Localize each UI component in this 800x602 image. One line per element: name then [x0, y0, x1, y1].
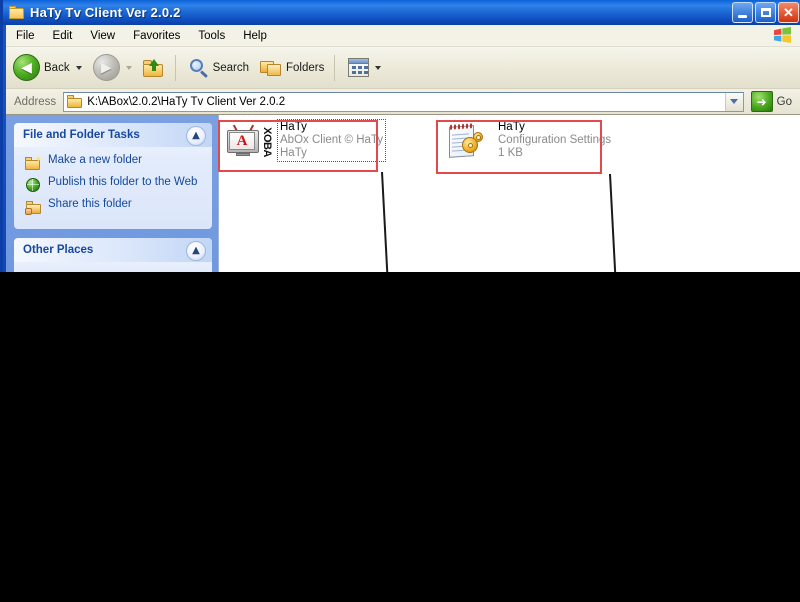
explorer-window: HaTy Tv Client Ver 2.0.2 ✕ File Edit Vie… [0, 0, 800, 272]
forward-button[interactable]: ▶ [89, 51, 136, 85]
window-frame: HaTy Tv Client Ver 2.0.2 ✕ File Edit Vie… [0, 0, 800, 272]
search-button[interactable]: Search [185, 51, 253, 85]
globe-icon [25, 177, 42, 193]
task-label: Make a new folder [48, 154, 142, 166]
views-chevron-down-icon[interactable] [375, 65, 382, 70]
task-share-folder[interactable]: Share this folder [25, 198, 204, 215]
menu-item-favorites[interactable]: Favorites [125, 28, 188, 44]
folder-icon [67, 95, 83, 108]
icon-badge: XOBA [260, 127, 273, 157]
menu-item-view[interactable]: View [82, 28, 123, 44]
forward-arrow-icon: ▶ [92, 54, 120, 81]
panel-file-and-folder-tasks: File and Folder Tasks ▲ ✦ Make a new fol… [14, 123, 212, 229]
views-button[interactable] [344, 51, 385, 85]
toolbar-separator-2 [334, 54, 336, 81]
task-sidebar: File and Folder Tasks ▲ ✦ Make a new fol… [6, 115, 218, 272]
magnifier-icon [189, 58, 209, 78]
file-detail: HaTy [280, 147, 307, 159]
title-bar: HaTy Tv Client Ver 2.0.2 ✕ [3, 0, 800, 25]
back-label: Back [44, 61, 70, 74]
panel-other-places: Other Places ▲ [14, 238, 212, 272]
content-area: File and Folder Tasks ▲ ✦ Make a new fol… [6, 115, 800, 272]
back-dropdown-chevron-down-icon[interactable] [75, 65, 82, 70]
panel-header[interactable]: Other Places ▲ [14, 238, 212, 262]
up-folder-icon [142, 58, 165, 78]
menu-item-tools[interactable]: Tools [190, 28, 233, 44]
window-controls: ✕ [732, 2, 799, 23]
panel-body [14, 262, 212, 272]
list-item[interactable]: HaTy Configuration Settings 1 KB [443, 120, 613, 166]
maximize-button[interactable] [755, 2, 776, 23]
file-icon-wrap [443, 120, 493, 166]
share-folder-icon [25, 199, 42, 215]
address-path: K:\ABox\2.0.2\HaTy Tv Client Ver 2.0.2 [87, 95, 286, 108]
toolbar: ◀ Back ▶ Search Folders [6, 47, 800, 89]
chevron-up-icon[interactable]: ▲ [186, 241, 206, 261]
task-publish-folder-to-web[interactable]: Publish this folder to the Web [25, 176, 204, 193]
folders-button[interactable]: Folders [256, 51, 328, 85]
back-button[interactable]: ◀ Back [9, 51, 86, 85]
menu-item-edit[interactable]: Edit [45, 28, 81, 44]
panel-title: Other Places [23, 244, 94, 256]
panel-body: ✦ Make a new folder Publish this folder … [14, 147, 212, 229]
address-dropdown-button[interactable] [724, 92, 743, 111]
go-label: Go [776, 95, 792, 108]
panel-header[interactable]: File and Folder Tasks ▲ [14, 123, 212, 147]
file-text-block: HaTy AbOx Client © HaTy HaTy [276, 119, 387, 162]
menu-bar: File Edit View Favorites Tools Help [6, 25, 800, 47]
screenshot-root: HaTy Tv Client Ver 2.0.2 ✕ File Edit Vie… [0, 0, 800, 602]
file-name: HaTy [280, 121, 307, 133]
tv-application-icon: A [227, 124, 261, 156]
list-item[interactable]: A XOBA HaTy AbOx Client © HaTy HaTy [225, 119, 387, 166]
minimize-button[interactable] [732, 2, 753, 23]
task-label: Publish this folder to the Web [48, 176, 198, 188]
menu-item-help[interactable]: Help [235, 28, 275, 44]
go-arrow-icon: ➜ [750, 91, 773, 112]
views-grid-icon [348, 58, 370, 77]
close-icon: ✕ [783, 5, 794, 20]
chevron-down-icon [730, 99, 739, 104]
file-detail: 1 KB [498, 147, 523, 159]
new-folder-icon: ✦ [25, 155, 42, 171]
window-title: HaTy Tv Client Ver 2.0.2 [30, 5, 181, 20]
folders-icon [260, 58, 282, 77]
toolbar-separator [174, 54, 176, 81]
forward-dropdown-chevron-down-icon [125, 65, 132, 70]
address-input[interactable]: K:\ABox\2.0.2\HaTy Tv Client Ver 2.0.2 [63, 91, 744, 112]
file-description: Configuration Settings [498, 134, 612, 146]
close-button[interactable]: ✕ [778, 2, 799, 23]
file-icon-wrap: A XOBA [225, 120, 275, 166]
task-label: Share this folder [48, 198, 132, 210]
windows-flag-icon [773, 27, 792, 44]
panel-title: File and Folder Tasks [23, 129, 140, 141]
file-name: HaTy [498, 121, 525, 133]
file-text-block: HaTy Configuration Settings 1 KB [496, 120, 613, 161]
address-bar: Address K:\ABox\2.0.2\HaTy Tv Client Ver… [6, 89, 800, 115]
menu-item-file[interactable]: File [8, 28, 43, 44]
go-button[interactable]: ➜ Go [750, 91, 792, 112]
folder-icon [9, 5, 25, 20]
up-button[interactable] [139, 51, 169, 85]
chevron-up-icon[interactable]: ▲ [186, 126, 206, 146]
task-make-new-folder[interactable]: ✦ Make a new folder [25, 154, 204, 171]
file-description: AbOx Client © HaTy [280, 134, 384, 146]
file-list-pane[interactable]: A XOBA HaTy AbOx Client © HaTy HaTy HaTy… [218, 115, 800, 272]
back-arrow-icon: ◀ [13, 54, 40, 81]
search-label: Search [212, 61, 250, 74]
folders-label: Folders [286, 61, 325, 74]
blackout-region [0, 272, 800, 602]
address-label: Address [14, 95, 57, 108]
configuration-settings-icon [449, 123, 485, 160]
